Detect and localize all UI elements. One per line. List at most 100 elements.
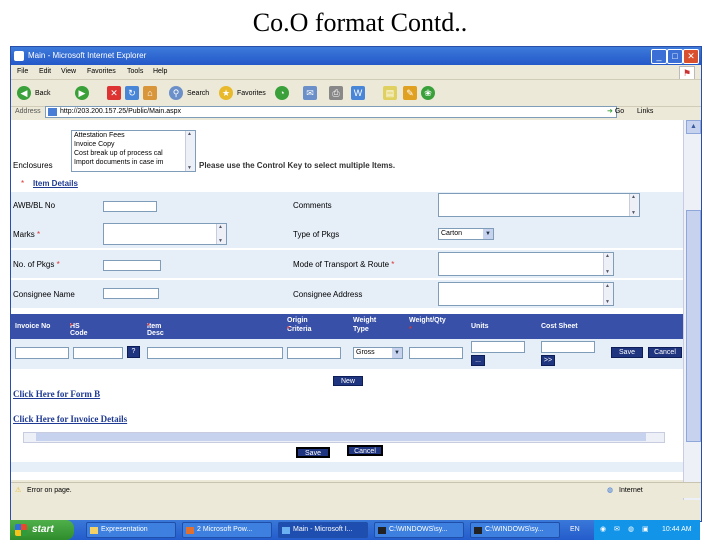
edit-icon[interactable]: W xyxy=(351,86,365,100)
transport-scrollbar[interactable] xyxy=(603,253,613,275)
list-item[interactable]: Invoice Copy xyxy=(72,140,195,149)
favorites-label[interactable]: Favorites xyxy=(237,90,266,97)
cost-sheet-button[interactable]: >> xyxy=(541,355,555,366)
invoice-details-link[interactable]: Click Here for Invoice Details xyxy=(13,414,127,424)
refresh-icon[interactable]: ↻ xyxy=(125,86,139,100)
consignee-addr-scrollbar[interactable] xyxy=(603,283,613,305)
history-icon[interactable]: ◔ xyxy=(275,86,289,100)
messenger-icon[interactable]: ✎ xyxy=(403,86,417,100)
ie-icon xyxy=(14,51,24,61)
transport-label-text: Mode of Transport & Route xyxy=(293,260,390,269)
menu-help[interactable]: Help xyxy=(153,68,167,75)
start-button[interactable]: start xyxy=(10,520,74,540)
horizontal-scrollbar[interactable] xyxy=(23,432,665,443)
menu-file[interactable]: File xyxy=(17,68,28,75)
form-b-link[interactable]: Click Here for Form B xyxy=(13,389,100,399)
toolbar: ◀ Back ▶ ✕ ↻ ⌂ ⚲ Search ★ Favorites ◔ ✉ … xyxy=(11,79,701,107)
chevron-down-icon: ▼ xyxy=(483,229,493,239)
print-icon[interactable]: ⎙ xyxy=(329,86,343,100)
type-pkgs-select[interactable]: Carton ▼ xyxy=(438,228,494,240)
menu-view[interactable]: View xyxy=(61,68,76,75)
vertical-scrollbar[interactable]: ▲ ▼ xyxy=(683,120,701,500)
discuss-icon[interactable]: ▤ xyxy=(383,86,397,100)
address-bar: Address http://203.200.157.25/Public/Mai… xyxy=(11,105,701,119)
tray-icon[interactable]: ▣ xyxy=(642,525,649,533)
row-cancel-button[interactable]: Cancel xyxy=(648,347,682,358)
awb-input[interactable] xyxy=(103,201,157,212)
links-label[interactable]: Links xyxy=(637,108,653,115)
menu-edit[interactable]: Edit xyxy=(39,68,51,75)
required-mark: * xyxy=(70,323,73,330)
mail-icon[interactable]: ✉ xyxy=(303,86,317,100)
item-desc-input[interactable] xyxy=(147,347,283,359)
address-input[interactable]: http://203.200.157.25/Public/Main.aspx xyxy=(45,106,617,118)
address-label: Address xyxy=(15,108,41,115)
menu-tools[interactable]: Tools xyxy=(127,68,143,75)
list-item[interactable]: Cost break up of process cal xyxy=(72,149,195,158)
enclosures-listbox[interactable]: Attestation Fees Invoice Copy Cost break… xyxy=(71,130,196,172)
scroll-up-icon[interactable]: ▲ xyxy=(686,120,701,134)
warning-icon[interactable]: ⚠ xyxy=(15,486,21,494)
menu-favorites[interactable]: Favorites xyxy=(87,68,116,75)
hs-code-input[interactable] xyxy=(73,347,123,359)
hscroll-thumb[interactable] xyxy=(36,433,646,441)
favorites-star-icon[interactable]: ★ xyxy=(219,86,233,100)
cancel-button[interactable]: Cancel xyxy=(347,445,383,456)
back-label[interactable]: Back xyxy=(35,90,51,97)
back-arrow-icon[interactable]: ◀ xyxy=(17,86,31,100)
taskbar-item[interactable]: 2 Microsoft Pow... xyxy=(182,522,272,538)
origin-criteria-input[interactable] xyxy=(287,347,341,359)
units-lookup-button[interactable]: ... xyxy=(471,355,485,366)
marks-scrollbar[interactable] xyxy=(216,224,226,244)
go-button[interactable]: ➜ Go xyxy=(607,107,624,115)
marks-label-text: Marks xyxy=(13,230,35,239)
section-bullet: * xyxy=(21,179,25,188)
search-icon[interactable]: ⚲ xyxy=(169,86,183,100)
taskbar-item[interactable]: C:\WINDOWS\sy... xyxy=(470,522,560,538)
units-input[interactable] xyxy=(471,341,525,353)
awb-label: AWB/BL No xyxy=(13,201,56,210)
no-pkgs-input[interactable] xyxy=(103,260,161,271)
list-item[interactable]: Import documents in case im xyxy=(72,158,195,167)
weight-qty-input[interactable] xyxy=(409,347,463,359)
close-button[interactable]: ✕ xyxy=(683,49,699,64)
maximize-button[interactable]: □ xyxy=(667,49,683,64)
marks-textarea[interactable] xyxy=(103,223,227,245)
language-indicator[interactable]: EN xyxy=(570,526,580,533)
hs-code-help-button[interactable]: ? xyxy=(127,346,140,358)
browser-window: Main - Microsoft Internet Explorer _ □ ✕… xyxy=(10,46,702,522)
required-mark: * xyxy=(409,326,412,333)
consignee-addr-textarea[interactable] xyxy=(438,282,614,306)
tray-icon[interactable]: ✉ xyxy=(614,525,620,533)
row-save-button[interactable]: Save xyxy=(611,347,643,358)
taskbar-item-active[interactable]: Main - Microsoft I... xyxy=(278,522,368,538)
list-item[interactable]: Attestation Fees xyxy=(72,131,195,140)
invoice-no-input[interactable] xyxy=(15,347,69,359)
listbox-scrollbar[interactable] xyxy=(185,131,195,171)
item-details-link[interactable]: Item Details xyxy=(33,179,78,188)
minimize-button[interactable]: _ xyxy=(651,49,667,64)
new-item-button[interactable]: New xyxy=(333,376,363,386)
tray-icon[interactable]: ◍ xyxy=(628,525,634,533)
forward-arrow-icon[interactable]: ▶ xyxy=(75,86,89,100)
console-icon xyxy=(378,527,386,534)
status-text[interactable]: Error on page. xyxy=(27,487,72,494)
home-icon[interactable]: ⌂ xyxy=(143,86,157,100)
research-icon[interactable]: ❀ xyxy=(421,86,435,100)
transport-textarea[interactable] xyxy=(438,252,614,276)
search-label[interactable]: Search xyxy=(187,90,209,97)
transport-label: Mode of Transport & Route * xyxy=(293,260,394,269)
folder-icon xyxy=(90,527,98,534)
taskbar-item[interactable]: C:\WINDOWS\sy... xyxy=(374,522,464,538)
taskbar-item[interactable]: Expresentation xyxy=(86,522,176,538)
cost-sheet-input[interactable] xyxy=(541,341,595,353)
comments-textarea[interactable] xyxy=(438,193,640,217)
weight-type-select[interactable]: Gross ▼ xyxy=(353,347,403,359)
save-button[interactable]: Save xyxy=(296,447,330,458)
scroll-thumb[interactable] xyxy=(686,210,701,442)
stop-icon[interactable]: ✕ xyxy=(107,86,121,100)
comments-scrollbar[interactable] xyxy=(629,194,639,216)
clock[interactable]: 10:44 AM xyxy=(662,526,692,533)
tray-icon[interactable]: ◉ xyxy=(600,525,606,533)
consignee-input[interactable] xyxy=(103,288,159,299)
